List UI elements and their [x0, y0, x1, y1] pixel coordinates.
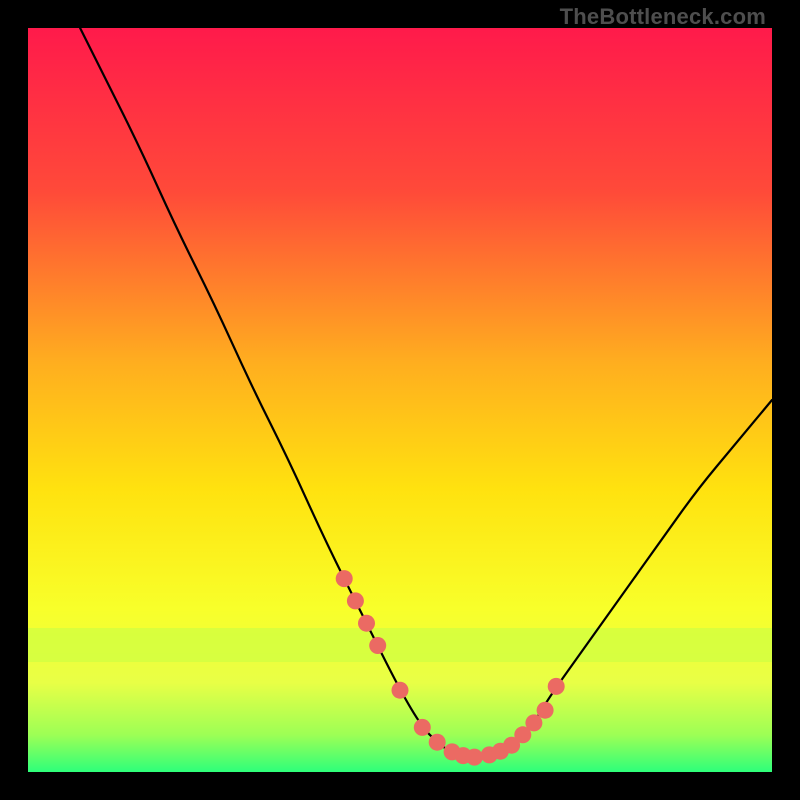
highlight-marker [392, 682, 409, 699]
outer-frame: TheBottleneck.com [0, 0, 800, 800]
curve-layer [28, 28, 772, 772]
bottleneck-curve [80, 28, 772, 756]
highlight-marker [537, 702, 554, 719]
highlight-marker [369, 637, 386, 654]
highlight-marker [548, 678, 565, 695]
plot-area [28, 28, 772, 772]
watermark-text: TheBottleneck.com [560, 4, 766, 30]
marker-group [336, 570, 565, 766]
highlight-marker [414, 719, 431, 736]
highlight-marker [429, 734, 446, 751]
highlight-marker [336, 570, 353, 587]
highlight-marker [347, 592, 364, 609]
highlight-marker [358, 615, 375, 632]
highlight-marker [466, 749, 483, 766]
highlight-marker [525, 714, 542, 731]
